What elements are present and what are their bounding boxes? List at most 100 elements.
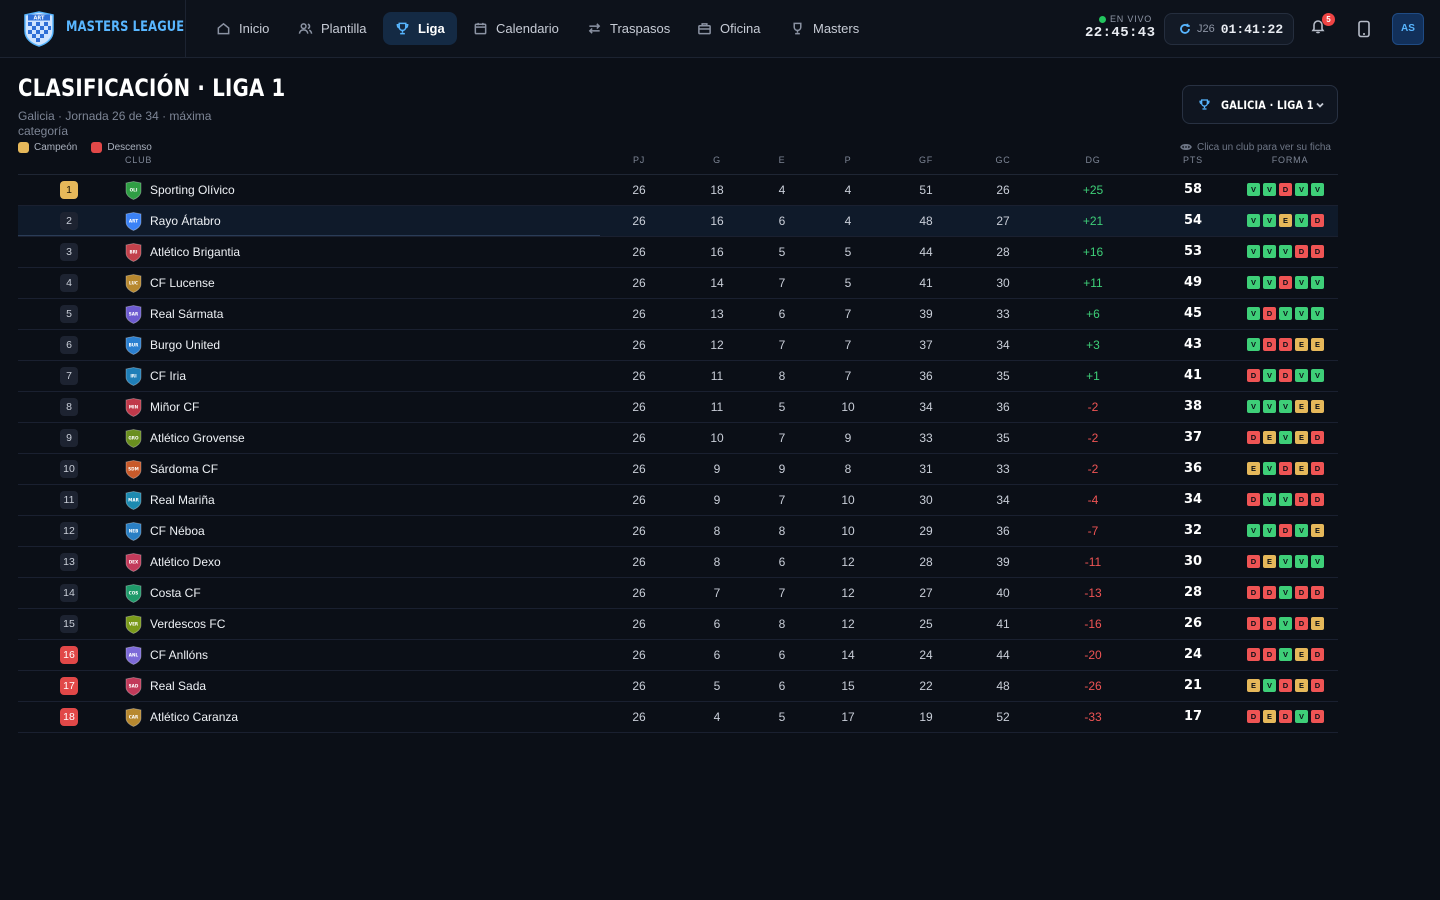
form-result-badge: D bbox=[1311, 586, 1324, 599]
club-name[interactable]: Miñor CF bbox=[150, 400, 199, 414]
table-row[interactable]: 1 OLI Sporting Olívico 26 18 4 4 51 26 +25 58 V V D V V bbox=[18, 175, 1338, 206]
col-header-p: P bbox=[844, 155, 852, 165]
club-crest-icon: NEB bbox=[125, 522, 142, 541]
cell-pj: 26 bbox=[632, 338, 646, 352]
cell-gc: 36 bbox=[996, 400, 1010, 414]
cell-gf: 19 bbox=[919, 710, 933, 724]
table-row[interactable]: 10 SDM Sárdoma CF 26 9 9 8 31 33 -2 36 E V D E D bbox=[18, 454, 1338, 485]
user-avatar[interactable]: AS bbox=[1392, 13, 1424, 45]
table-row[interactable]: 14 COS Costa CF 26 7 7 12 27 40 -13 28 D D V D D bbox=[18, 578, 1338, 609]
table-row[interactable]: 4 LUC CF Lucense 26 14 7 5 41 30 +11 49 V V D V V bbox=[18, 268, 1338, 299]
nav-item-oficina[interactable]: Oficina bbox=[685, 12, 772, 45]
table-row[interactable]: 2 ART Rayo Ártabro 26 16 6 4 48 27 +21 54 V V E V D bbox=[18, 206, 1338, 237]
cell-dg: +21 bbox=[1082, 214, 1104, 228]
table-row[interactable]: 13 DEX Atlético Dexo 26 8 6 12 28 39 -11 30 D E V V V bbox=[18, 547, 1338, 578]
club-name[interactable]: Atlético Dexo bbox=[150, 555, 221, 569]
form-result-badge: V bbox=[1279, 307, 1292, 320]
form-result-badge: D bbox=[1311, 462, 1324, 475]
svg-text:OLI: OLI bbox=[130, 188, 138, 193]
nav-item-inicio[interactable]: Inicio bbox=[204, 12, 281, 45]
cell-pts: 26 bbox=[1183, 616, 1203, 631]
cell-gf: 28 bbox=[919, 555, 933, 569]
cell-dg: -33 bbox=[1084, 710, 1102, 724]
cell-gc: 52 bbox=[996, 710, 1010, 724]
club-name[interactable]: Real Sármata bbox=[150, 307, 223, 321]
form-result-badge: D bbox=[1263, 586, 1276, 599]
mobile-view-button[interactable] bbox=[1357, 20, 1371, 38]
table-row[interactable]: 17 SAD Real Sada 26 5 6 15 22 48 -26 21 E V D E D bbox=[18, 671, 1338, 702]
table-row[interactable]: 15 VER Verdescos FC 26 6 8 12 25 41 -16 26 D D V D E bbox=[18, 609, 1338, 640]
cell-pj: 26 bbox=[632, 648, 646, 662]
cell-e: 7 bbox=[778, 276, 786, 290]
form-result-badge: V bbox=[1263, 276, 1276, 289]
cell-g: 10 bbox=[710, 431, 724, 445]
table-row[interactable]: 7 IRI CF Iria 26 11 8 7 36 35 +1 41 D V D V V bbox=[18, 361, 1338, 392]
cell-p: 7 bbox=[844, 307, 852, 321]
form-result-badge: V bbox=[1263, 400, 1276, 413]
form-guide: DEDVD bbox=[1247, 710, 1324, 723]
club-name[interactable]: Atlético Grovense bbox=[150, 431, 245, 445]
table-row[interactable]: 12 NEB CF Néboa 26 8 8 10 29 36 -7 32 V V D V E bbox=[18, 516, 1338, 547]
form-result-badge: V bbox=[1247, 307, 1260, 320]
club-name[interactable]: Sárdoma CF bbox=[150, 462, 218, 476]
table-row[interactable]: 3 BRI Atlético Brigantia 26 16 5 5 44 28 +16 53 V V V… bbox=[18, 237, 1338, 268]
club-crest-icon: BUR bbox=[125, 336, 142, 355]
club-name[interactable]: Burgo United bbox=[150, 338, 220, 352]
cell-pts: 41 bbox=[1183, 368, 1203, 383]
table-row[interactable]: 9 GRO Atlético Grovense 26 10 7 9 33 35 -2 37 D E V E D bbox=[18, 423, 1338, 454]
club-name[interactable]: Atlético Brigantia bbox=[150, 245, 240, 259]
nav-label: Oficina bbox=[720, 21, 761, 36]
club-crest-icon: DEX bbox=[125, 553, 142, 572]
club-name[interactable]: CF Lucense bbox=[150, 276, 215, 290]
club-name[interactable]: Real Sada bbox=[150, 679, 206, 693]
cell-e: 7 bbox=[778, 338, 786, 352]
cell-pts: 43 bbox=[1183, 337, 1203, 352]
club-name[interactable]: CF Anllóns bbox=[150, 648, 208, 662]
cell-gf: 29 bbox=[919, 524, 933, 538]
position-badge: 9 bbox=[60, 429, 78, 447]
nav-item-calendario[interactable]: Calendario bbox=[461, 12, 571, 45]
club-name[interactable]: Atlético Caranza bbox=[150, 710, 238, 724]
cell-e: 5 bbox=[778, 400, 786, 414]
table-row[interactable]: 8 MIN Miñor CF 26 11 5 10 34 36 -2 38 V V V E E bbox=[18, 392, 1338, 423]
cell-e: 6 bbox=[778, 648, 786, 662]
cell-pts: 28 bbox=[1183, 585, 1203, 600]
cell-pj: 26 bbox=[632, 524, 646, 538]
form-guide: VVVEE bbox=[1247, 400, 1324, 413]
svg-text:MAR: MAR bbox=[128, 498, 139, 503]
live-dot-icon bbox=[1099, 15, 1106, 23]
nav-item-plantilla[interactable]: Plantilla bbox=[286, 12, 379, 45]
club-name[interactable]: Real Mariña bbox=[150, 493, 215, 507]
table-row[interactable]: 16 ANL CF Anllóns 26 6 6 14 24 44 -20 24 D D V E D bbox=[18, 640, 1338, 671]
nav-item-masters[interactable]: Masters bbox=[778, 12, 871, 45]
form-guide: EVDED bbox=[1247, 462, 1324, 475]
cell-pj: 26 bbox=[632, 462, 646, 476]
club-name[interactable]: Verdescos FC bbox=[150, 617, 225, 631]
table-row[interactable]: 18 CAR Atlético Caranza 26 4 5 17 19 52 -33 17 D E D V… bbox=[18, 702, 1338, 733]
form-result-badge: V bbox=[1247, 338, 1260, 351]
cell-gc: 36 bbox=[996, 524, 1010, 538]
table-row[interactable]: 11 MAR Real Mariña 26 9 7 10 30 34 -4 34 D V V D D bbox=[18, 485, 1338, 516]
cell-gc: 33 bbox=[996, 462, 1010, 476]
club-name[interactable]: Rayo Ártabro bbox=[150, 214, 221, 228]
notifications-button[interactable]: 5 bbox=[1310, 13, 1335, 38]
club-name[interactable]: Costa CF bbox=[150, 586, 201, 600]
club-name[interactable]: CF Néboa bbox=[150, 524, 205, 538]
cell-dg: -26 bbox=[1084, 679, 1102, 693]
matchday-timer[interactable]: J26 01:41:22 bbox=[1164, 13, 1294, 45]
form-result-badge: V bbox=[1311, 183, 1324, 196]
cell-pts: 24 bbox=[1183, 647, 1203, 662]
position-badge: 3 bbox=[60, 243, 78, 261]
form-result-badge: V bbox=[1279, 555, 1292, 568]
cell-gf: 44 bbox=[919, 245, 933, 259]
league-selector[interactable]: GALICIA · LIGA 1 bbox=[1182, 85, 1338, 124]
table-row[interactable]: 5 SAR Real Sármata 26 13 6 7 39 33 +6 45 V D V V V bbox=[18, 299, 1338, 330]
form-result-badge: D bbox=[1311, 679, 1324, 692]
nav-item-liga[interactable]: Liga bbox=[383, 12, 457, 45]
club-name[interactable]: CF Iria bbox=[150, 369, 186, 383]
nav-item-traspasos[interactable]: Traspasos bbox=[575, 12, 682, 45]
club-name[interactable]: Sporting Olívico bbox=[150, 183, 235, 197]
position-badge: 5 bbox=[60, 305, 78, 323]
brand[interactable]: ART MASTERS LEAGUE bbox=[0, 0, 186, 57]
table-row[interactable]: 6 BUR Burgo United 26 12 7 7 37 34 +3 43 V D D E E bbox=[18, 330, 1338, 361]
